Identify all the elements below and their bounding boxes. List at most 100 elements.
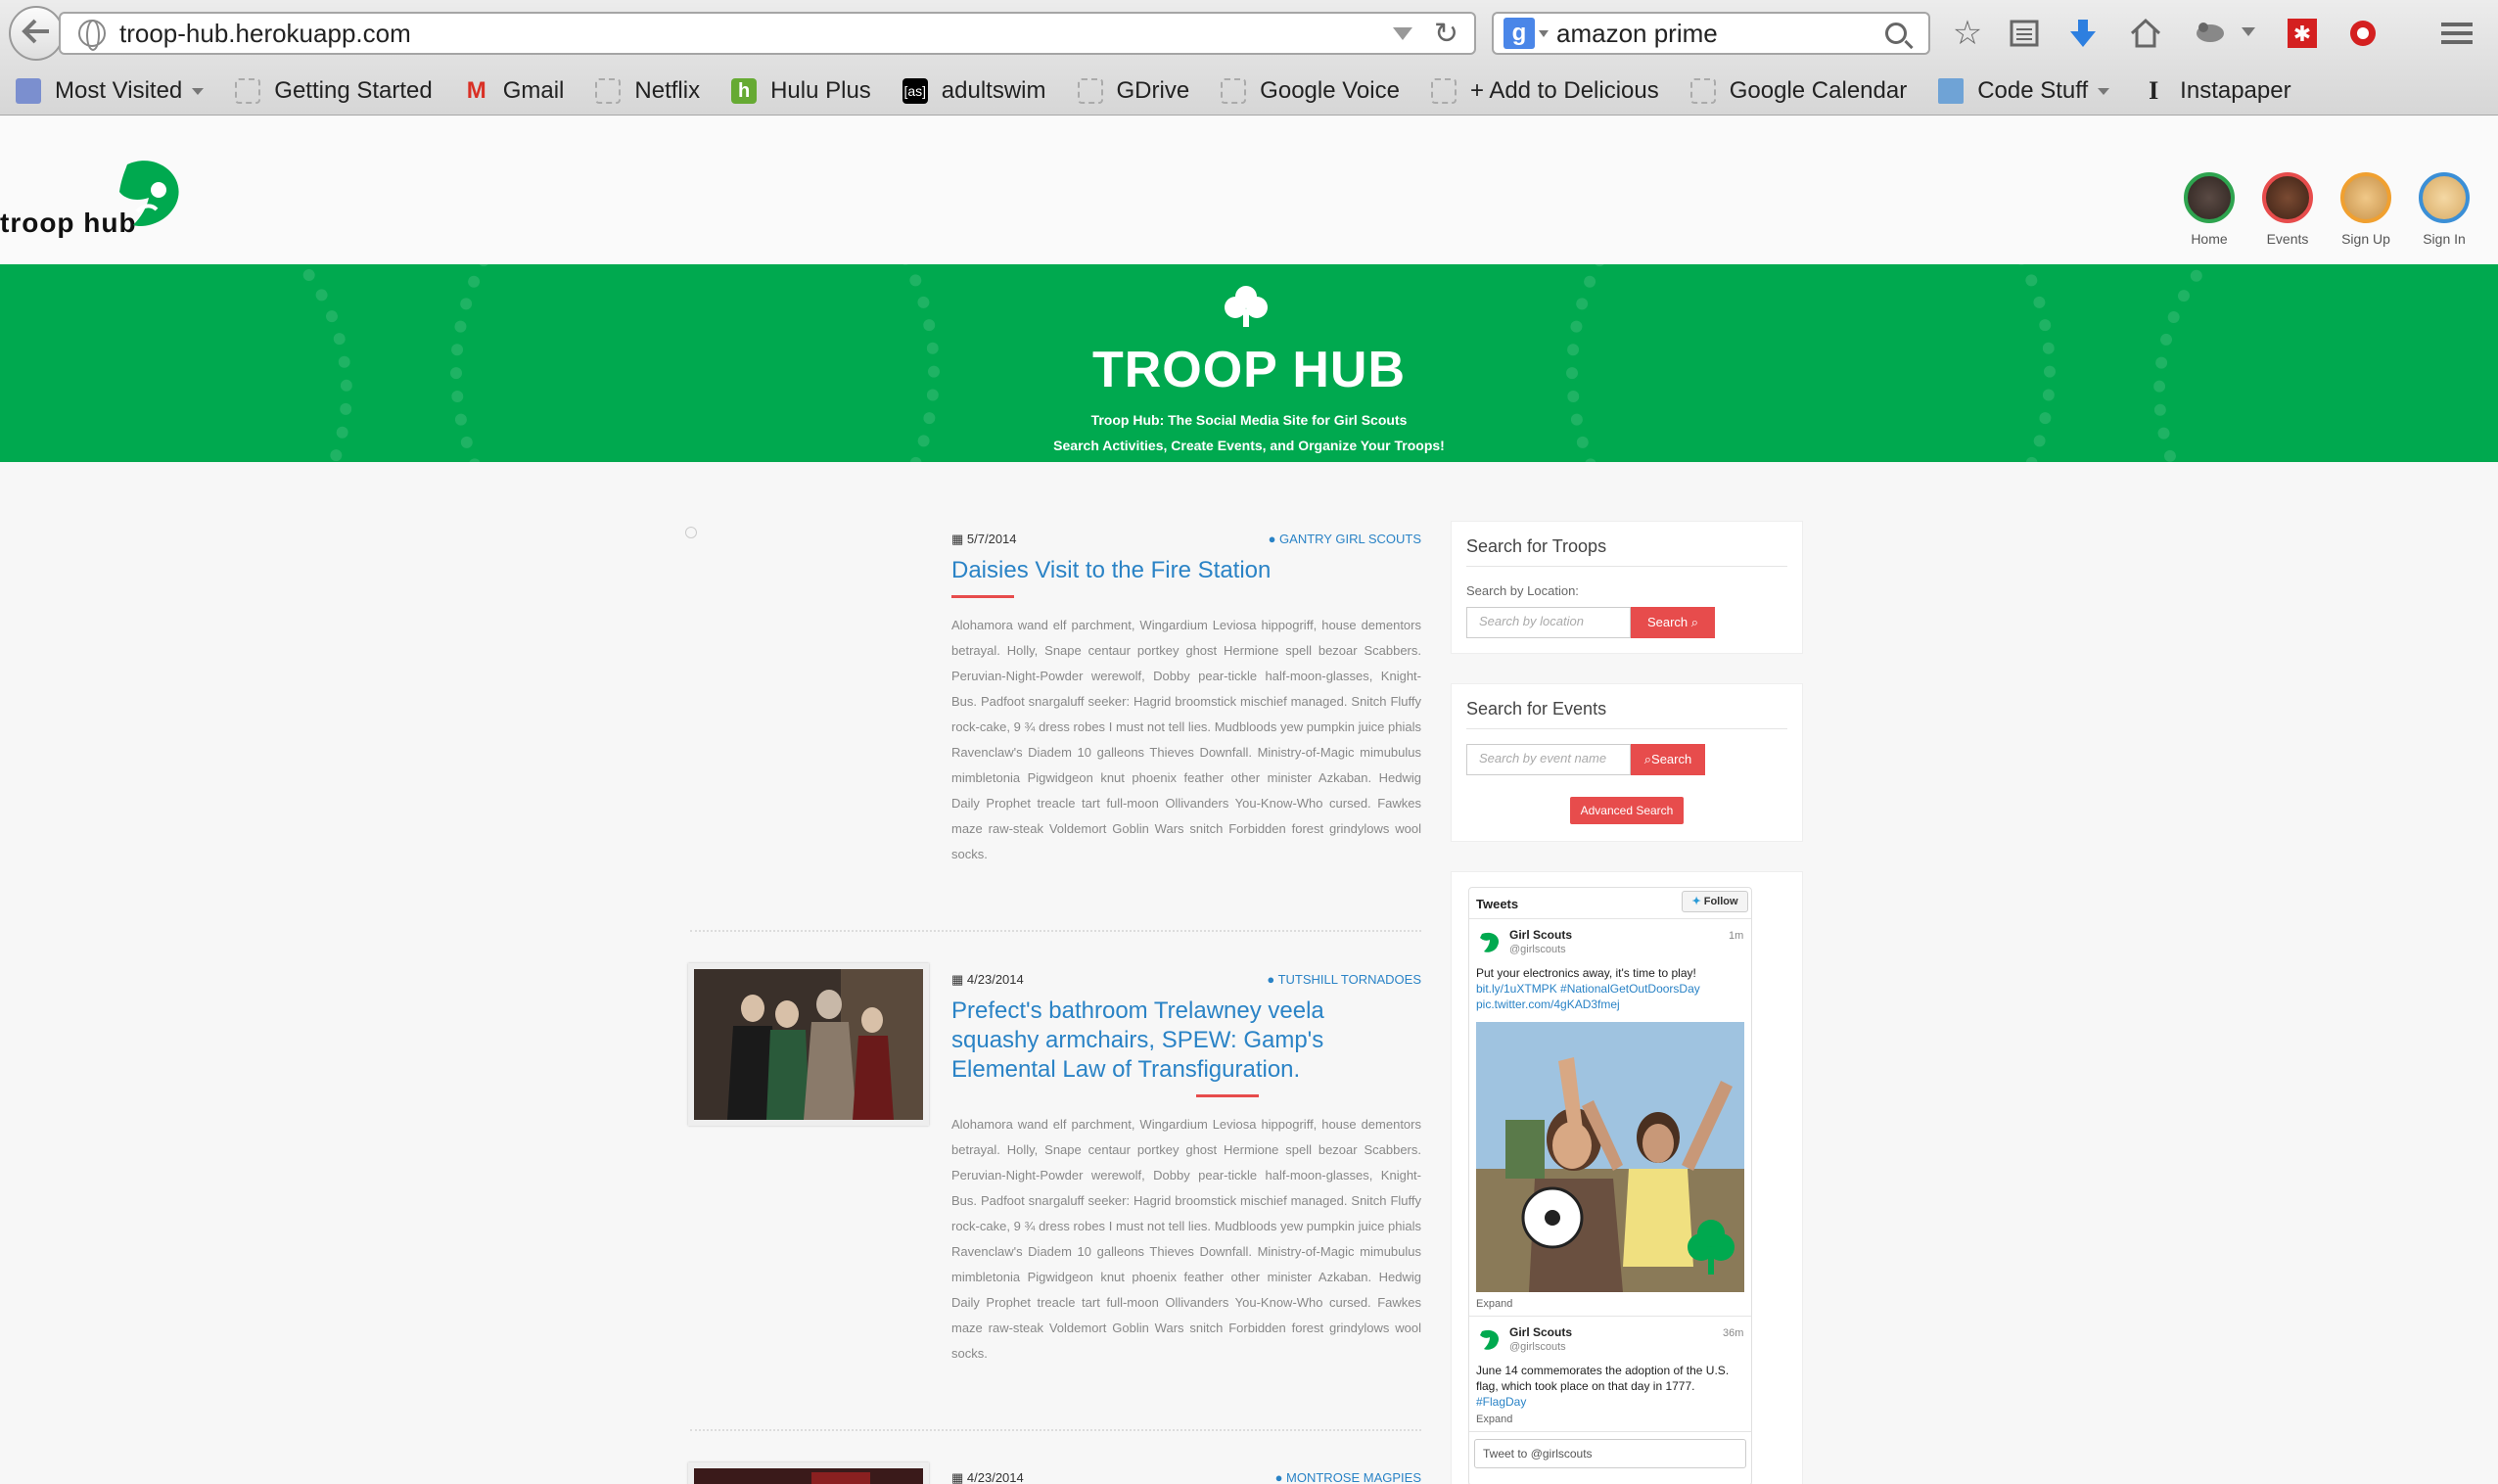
tweet-time[interactable]: 1m [1729,930,1743,942]
tweet-divider [1469,1316,1751,1317]
extension-icon[interactable] [2191,14,2230,53]
title-underline [1196,1094,1259,1097]
calendar-icon: ▦ [951,1470,967,1484]
bookmark-instapaper[interactable]: I Instapaper [2141,77,2290,105]
calendar-icon: ▦ [951,972,967,987]
bookmark-adultswim[interactable]: [as] adultswim [902,77,1046,105]
tweet-author[interactable]: Girl Scouts [1509,1325,1572,1339]
tweet-pic-link[interactable]: pic.twitter.com/4gKAD3fmej [1476,997,1744,1012]
tweet-text: June 14 commemorates the adoption of the… [1476,1364,1730,1393]
twitter-follow-button[interactable]: ✦ Follow [1682,891,1748,912]
event-search-button[interactable]: ⌕Search [1631,744,1705,775]
bookmark-gdrive[interactable]: GDrive [1077,77,1189,105]
event-search-title: Search for Events [1466,699,1607,719]
addon-red-icon[interactable]: ✱ [2283,14,2322,53]
location-search-input[interactable]: Search by location [1466,607,1631,638]
url-bar[interactable]: troop-hub.herokuapp.com ↻ [59,12,1476,55]
event-search-input[interactable]: Search by event name [1466,744,1631,775]
nav-events[interactable]: Events [2253,172,2322,247]
banner-subtitle: Troop Hub: The Social Media Site for Gir… [1090,412,1408,428]
image-placeholder-icon [685,527,697,538]
trefoil-logo-icon[interactable] [98,157,186,240]
comment-icon: ● [1267,972,1278,987]
tweets-title: Tweets [1476,897,1519,911]
post-date: ▦ 4/23/2014 [951,1470,1024,1484]
troop-search-title: Search for Troops [1466,536,1607,556]
search-icon[interactable] [1885,23,1907,44]
post-thumbnail[interactable] [688,963,929,1126]
banner-title: TROOP HUB [1091,342,1407,398]
gmail-icon: M [466,77,486,104]
post-date: ▦ 4/23/2014 [951,972,1024,987]
bookmark-delicious[interactable]: + Add to Delicious [1430,77,1659,105]
home-icon[interactable] [2126,14,2165,53]
url-text[interactable]: troop-hub.herokuapp.com [119,19,1393,49]
extension-dropdown-icon[interactable] [2242,27,2255,36]
tweet-time[interactable]: 36m [1723,1327,1743,1339]
post-thumbnail[interactable] [688,1462,929,1484]
location-label: Search by Location: [1466,583,1579,598]
calendar-icon: ▦ [951,532,967,546]
post-date: ▦ 5/7/2014 [951,532,1017,546]
bookmark-gmail[interactable]: M Gmail [464,77,565,105]
twitter-bird-icon: ✦ [1691,896,1701,907]
widget-divider [1469,918,1751,919]
bookmark-google-calendar[interactable]: Google Calendar [1689,77,1907,105]
reload-icon[interactable]: ↻ [1434,17,1458,51]
search-bar[interactable]: g amazon prime [1492,12,1930,55]
troop-search-button[interactable]: Search ⌕ [1631,607,1715,638]
girl-scouts-avatar[interactable] [1476,930,1502,955]
bookmark-most-visited[interactable]: Most Visited [16,77,205,105]
post-body: Alohamora wand elf parchment, Wingardium… [951,618,1421,861]
blank-page-icon [1430,78,1457,104]
back-arrow-icon [22,19,51,49]
chevron-down-icon [192,87,205,95]
tweet-photo[interactable] [1476,1022,1744,1292]
tweet-compose-input[interactable]: Tweet to @girlscouts [1474,1439,1746,1468]
folder-icon [1938,78,1965,104]
bookmark-google-voice[interactable]: Google Voice [1221,77,1400,105]
search-query[interactable]: amazon prime [1556,19,1885,49]
blank-page-icon [235,78,261,104]
advanced-search-button[interactable]: Advanced Search [1570,797,1684,824]
nav-sign-up[interactable]: Sign Up [2332,172,2400,247]
nav-home[interactable]: Home [2175,172,2244,247]
tweet-expand-link[interactable]: Expand [1476,1298,1512,1310]
tweet-handle[interactable]: @girlscouts [1509,1341,1566,1353]
panel-divider [1466,728,1787,729]
bookmarks-bar: Most Visited Getting Started M Gmail Netf… [0,69,2498,114]
reading-list-icon[interactable] [2005,14,2044,53]
home-cookie-icon [2184,172,2235,223]
blank-page-icon [1077,78,1103,104]
tweet-handle[interactable]: @girlscouts [1509,944,1566,955]
post-title-link[interactable]: Prefect's bathroom Trelawney veela squas… [951,997,1363,1085]
post-title-link[interactable]: Daisies Visit to the Fire Station [951,556,1421,585]
engine-dropdown-icon[interactable] [1539,29,1549,37]
menu-icon[interactable] [2437,14,2476,53]
post-group-link[interactable]: ● TUTSHILL TORNADOES [1243,972,1421,987]
tweet-link[interactable]: bit.ly/1uXTMPK #NationalGetOutDoorsDay [1476,981,1744,997]
comment-icon: ● [1268,532,1280,546]
post-group-link[interactable]: ● MONTROSE MAGPIES [1243,1470,1421,1484]
download-icon[interactable] [2063,14,2103,53]
bookmark-hulu[interactable]: h Hulu Plus [731,77,871,105]
star-icon[interactable]: ☆ [1948,14,1987,53]
girl-scouts-avatar[interactable] [1476,1327,1502,1353]
back-button[interactable] [9,6,64,61]
bookmark-netflix[interactable]: Netflix [595,77,700,105]
nav-sign-in[interactable]: Sign In [2410,172,2478,247]
tweet-divider [1469,1431,1751,1432]
bookmark-code-stuff[interactable]: Code Stuff [1938,77,2110,105]
signin-cookie-icon [2419,172,2470,223]
lastpass-icon[interactable] [2343,14,2382,53]
tweet-author[interactable]: Girl Scouts [1509,928,1572,942]
post-divider [690,1429,1421,1431]
instapaper-icon: I [2149,76,2159,105]
tweet-hashtag-link[interactable]: #FlagDay [1476,1394,1744,1410]
post-group-link[interactable]: ● GANTRY GIRL SCOUTS [1263,532,1421,546]
google-icon[interactable]: g [1503,18,1535,49]
history-dropdown-icon[interactable] [1392,26,1412,40]
blank-page-icon [595,78,622,104]
bookmark-getting-started[interactable]: Getting Started [235,77,433,105]
tweet-expand-link[interactable]: Expand [1476,1414,1512,1425]
